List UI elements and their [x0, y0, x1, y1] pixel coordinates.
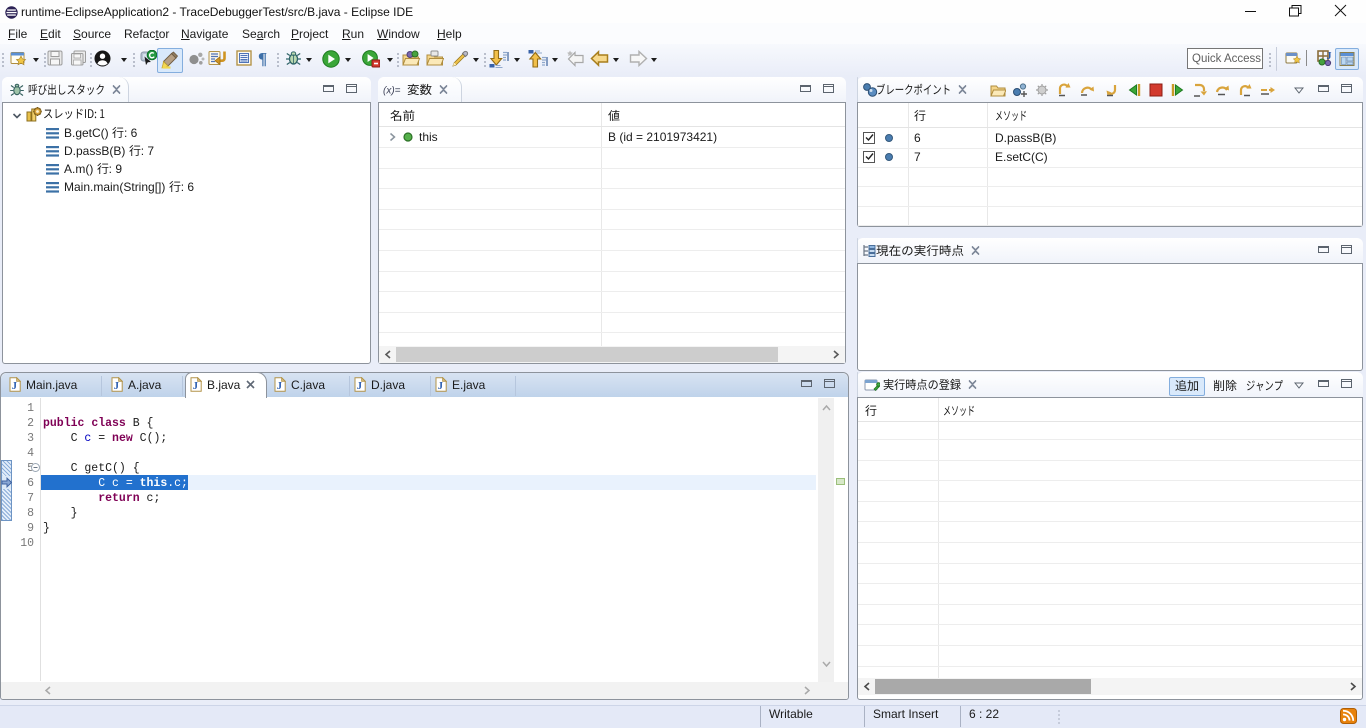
- svg-text:J: J: [277, 381, 282, 392]
- svg-text:(x)=: (x)=: [383, 86, 401, 97]
- svg-text:J: J: [114, 381, 119, 392]
- svg-text:J: J: [12, 381, 17, 392]
- svg-text:J: J: [357, 381, 362, 392]
- svg-text:J: J: [438, 381, 443, 392]
- svg-text:J: J: [193, 381, 198, 392]
